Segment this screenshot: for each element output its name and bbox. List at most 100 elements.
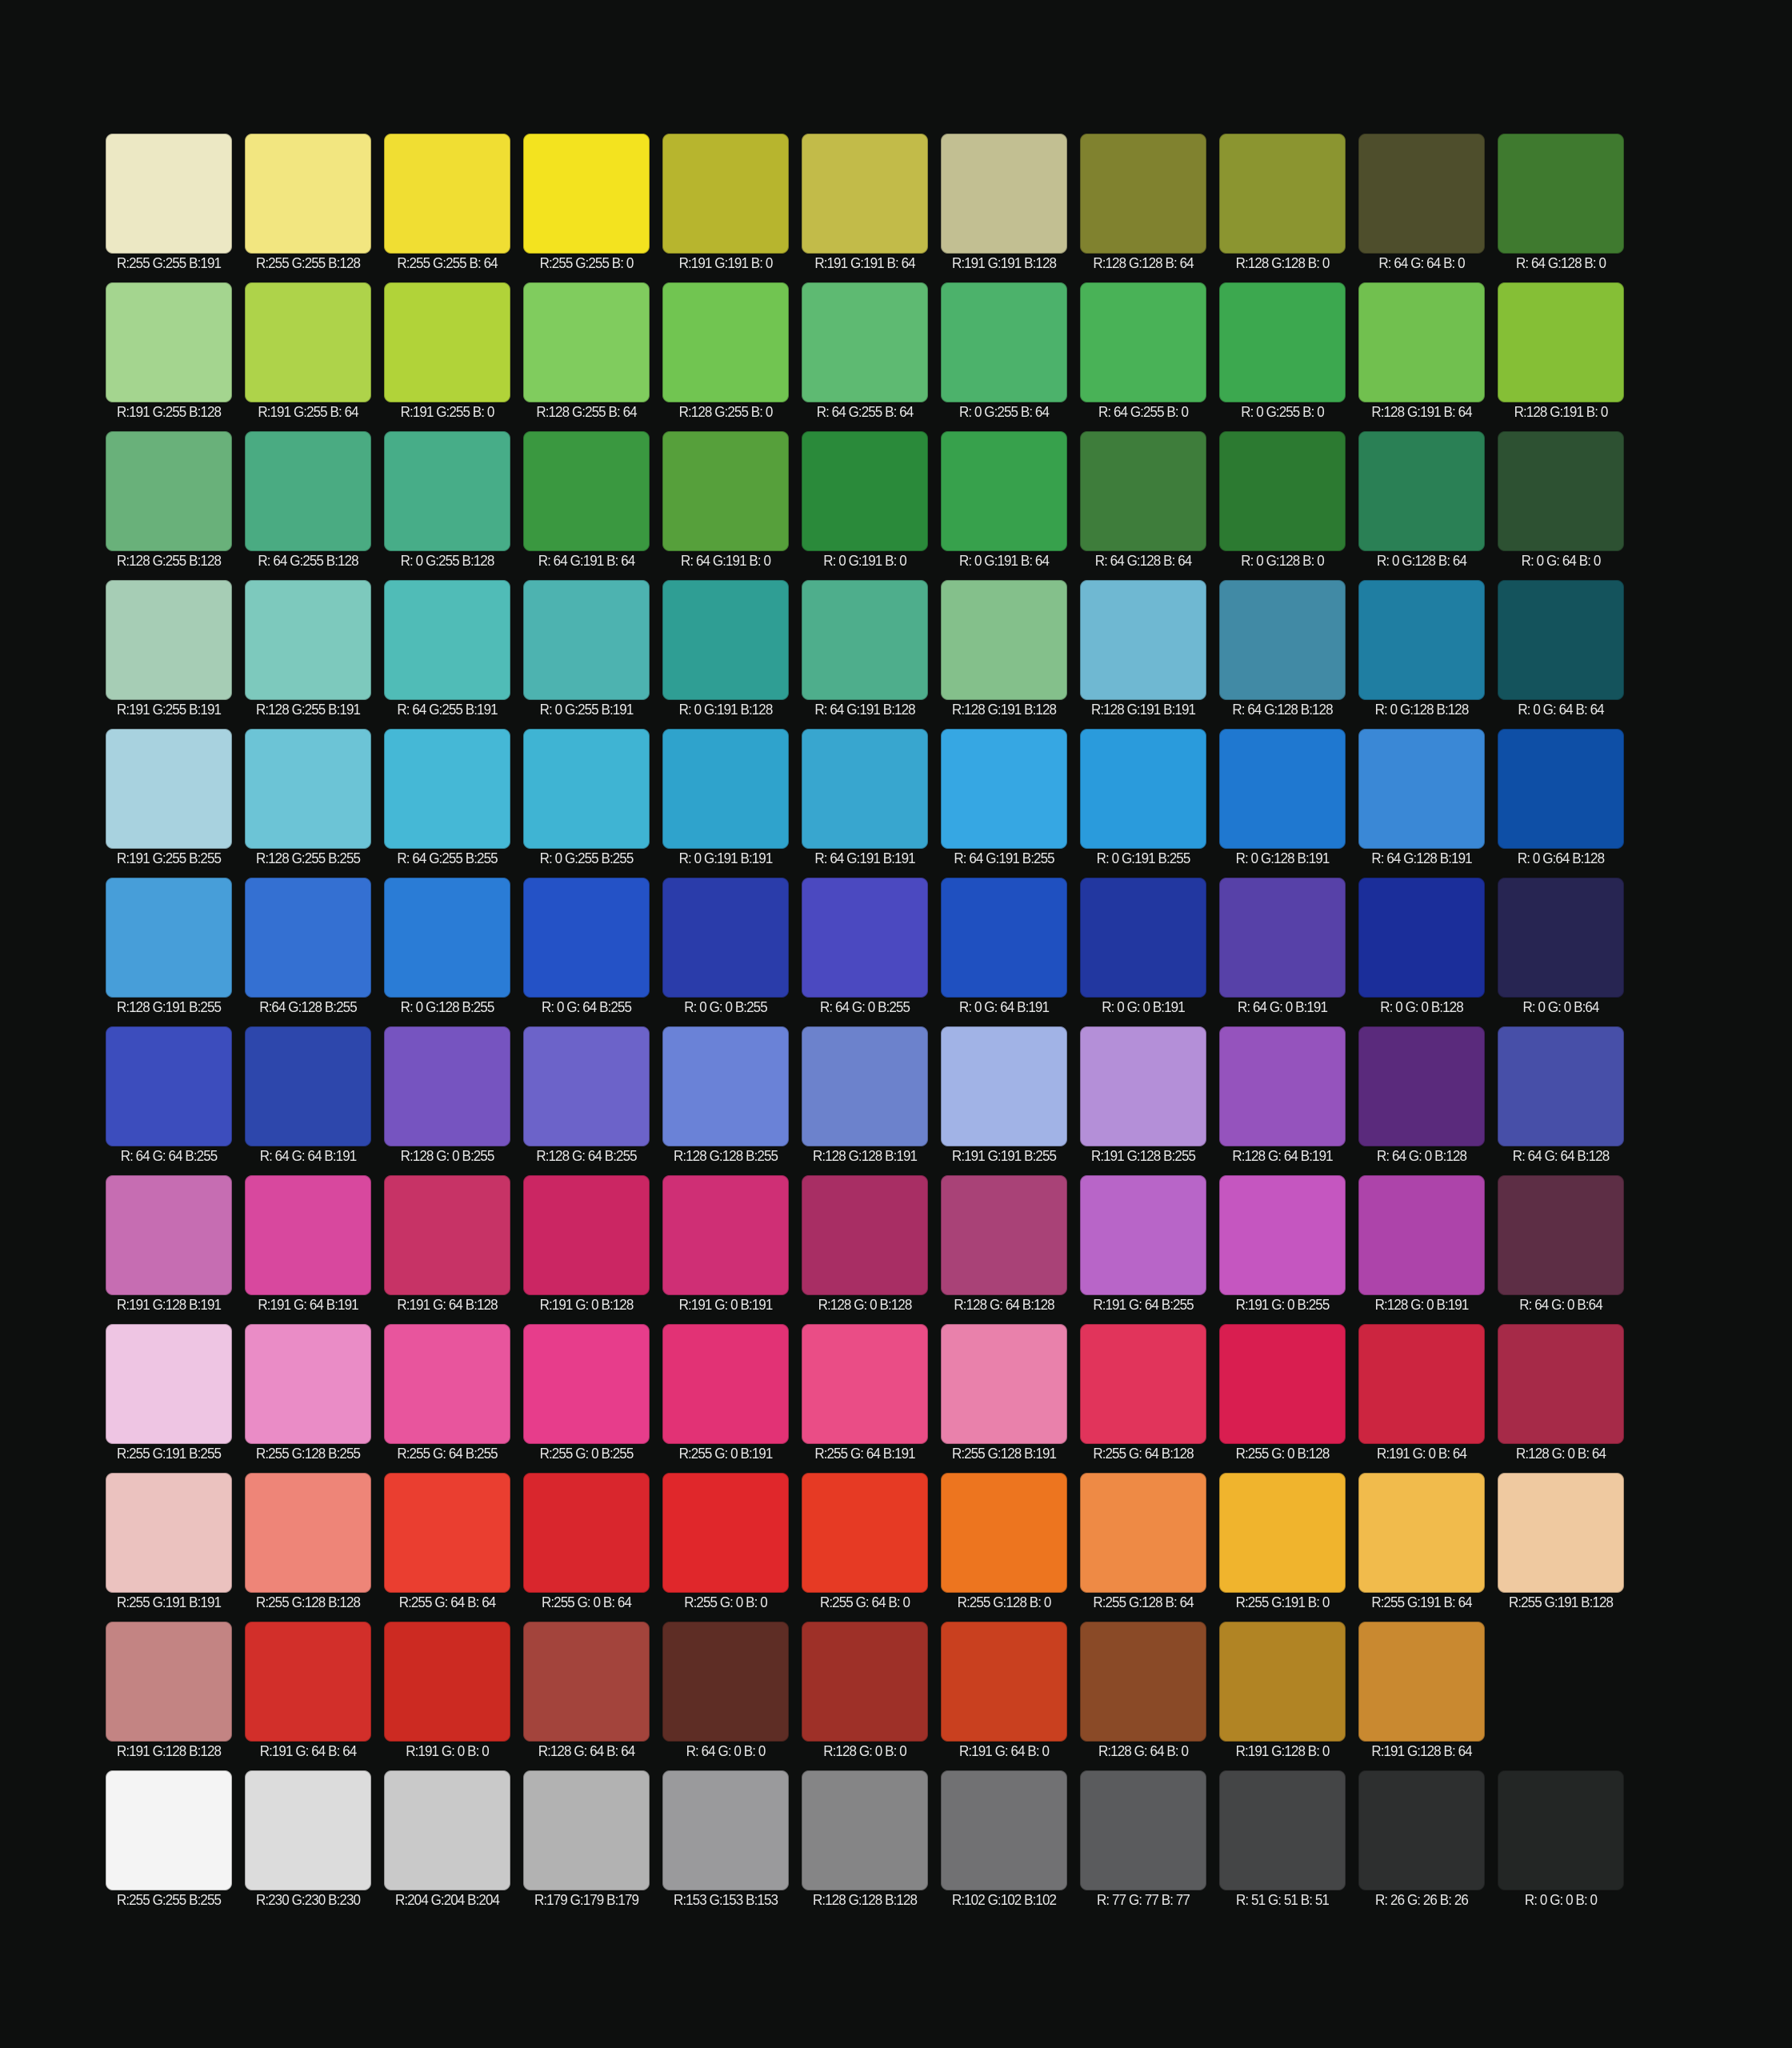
color-swatch — [662, 1175, 789, 1295]
color-swatch-label: R:191 G:128 B:255 — [1090, 1147, 1196, 1164]
color-swatch-cell: R: 0 G:128 B: 0 — [1219, 431, 1346, 569]
color-swatch-label: R: 0 G: 64 B:191 — [958, 998, 1050, 1015]
color-swatch-cell: R:191 G:128 B:191 — [106, 1175, 232, 1313]
color-swatch — [384, 1473, 510, 1593]
color-swatch-cell: R: 0 G: 64 B:255 — [523, 878, 650, 1015]
color-swatch — [941, 1770, 1067, 1890]
color-swatch-cell: R:255 G:128 B:191 — [941, 1324, 1067, 1462]
color-swatch-cell: R: 64 G:128 B: 64 — [1080, 431, 1206, 569]
color-swatch — [802, 282, 928, 402]
color-swatch-cell: R: 64 G: 0 B:191 — [1219, 878, 1346, 1015]
color-swatch-label: R: 0 G:191 B:128 — [678, 701, 774, 718]
color-swatch-label: R: 64 G:255 B:128 — [258, 552, 358, 569]
color-swatch-cell: R:128 G: 64 B: 0 — [1080, 1622, 1206, 1759]
color-swatch-cell: R:191 G:191 B: 0 — [662, 134, 789, 271]
color-swatch — [662, 1473, 789, 1593]
color-swatch-cell: R:191 G:128 B: 64 — [1358, 1622, 1485, 1759]
color-swatch-label: R:255 G:191 B: 0 — [1235, 1594, 1330, 1610]
color-swatch-label: R:102 G:102 B:102 — [951, 1891, 1057, 1908]
color-swatch-label: R:255 G:191 B:191 — [116, 1594, 222, 1610]
color-swatch-label: R:255 G:255 B:255 — [116, 1891, 222, 1908]
color-swatch-label: R: 26 G: 26 B: 26 — [1375, 1891, 1469, 1908]
color-swatch-cell: R:255 G: 0 B:191 — [662, 1324, 789, 1462]
color-swatch-label: R: 64 G: 0 B:255 — [819, 998, 910, 1015]
color-swatch-label: R: 64 G:128 B:128 — [1232, 701, 1333, 718]
color-swatch-label: R:128 G: 64 B:191 — [1232, 1147, 1333, 1164]
color-swatch-label: R:191 G:128 B:191 — [116, 1296, 222, 1313]
color-swatch-label: R:255 G:255 B:128 — [255, 254, 361, 271]
color-swatch — [1498, 1473, 1624, 1593]
color-swatch — [523, 729, 650, 849]
color-swatch — [1219, 580, 1346, 700]
color-swatch-cell: R:255 G: 0 B:255 — [523, 1324, 650, 1462]
color-swatch — [1080, 1026, 1206, 1146]
color-swatch-cell: R: 64 G: 0 B:128 — [1358, 1026, 1485, 1164]
color-swatch-cell: R: 0 G: 0 B:128 — [1358, 878, 1485, 1015]
color-swatch-cell: R: 64 G:255 B:191 — [384, 580, 510, 718]
color-swatch-label: R: 0 G: 64 B: 0 — [1521, 552, 1602, 569]
color-swatch-label: R:191 G:191 B:255 — [951, 1147, 1057, 1164]
color-swatch-label: R:255 G: 64 B:128 — [1093, 1445, 1194, 1462]
color-swatch — [384, 729, 510, 849]
color-swatch-cell: R:128 G: 64 B:191 — [1219, 1026, 1346, 1164]
color-swatch-label: R:191 G: 0 B:128 — [539, 1296, 634, 1313]
color-swatch-label: R: 0 G: 64 B: 64 — [1518, 701, 1604, 718]
color-swatch-cell: R:128 G:128 B: 64 — [1080, 134, 1206, 271]
color-swatch-cell: R:255 G:191 B:191 — [106, 1473, 232, 1610]
color-swatch-label: R: 64 G:191 B:191 — [814, 850, 915, 866]
color-swatch — [662, 878, 789, 998]
color-swatch-label: R:255 G:191 B:255 — [116, 1445, 222, 1462]
color-swatch-cell: R: 0 G: 0 B:191 — [1080, 878, 1206, 1015]
color-swatch-cell: R: 0 G:255 B:191 — [523, 580, 650, 718]
color-swatch-label: R: 64 G:255 B:255 — [397, 850, 498, 866]
color-swatch — [523, 1473, 650, 1593]
color-swatch-label: R: 0 G:128 B:128 — [1374, 701, 1470, 718]
color-swatch-cell: R: 0 G:64 B:128 — [1498, 729, 1624, 866]
color-swatch-cell: R: 0 G: 0 B:64 — [1498, 878, 1624, 1015]
color-swatch — [1080, 1622, 1206, 1742]
color-swatch-cell: R: 64 G:191 B: 0 — [662, 431, 789, 569]
color-swatch — [1358, 134, 1485, 254]
color-swatch-label: R:191 G: 64 B:191 — [258, 1296, 358, 1313]
color-swatch-label: R: 0 G:191 B:191 — [678, 850, 774, 866]
color-swatch-label: R: 64 G:255 B: 0 — [1098, 403, 1189, 420]
color-swatch — [1498, 1770, 1624, 1890]
color-swatch-cell: R:128 G: 64 B:128 — [941, 1175, 1067, 1313]
color-swatch — [245, 1770, 371, 1890]
color-swatch-cell: R: 0 G:191 B: 64 — [941, 431, 1067, 569]
color-swatch — [523, 1770, 650, 1890]
color-swatch — [941, 729, 1067, 849]
color-swatch — [106, 1770, 232, 1890]
color-swatch-cell: R:64 G:128 B:255 — [245, 878, 371, 1015]
color-swatch-cell: R: 64 G: 64 B:128 — [1498, 1026, 1624, 1164]
color-swatch-cell: R: 0 G:128 B:255 — [384, 878, 510, 1015]
color-swatch — [1358, 580, 1485, 700]
color-swatch — [1358, 1324, 1485, 1444]
color-swatch — [1219, 282, 1346, 402]
color-swatch-label: R: 64 G:191 B: 64 — [538, 552, 636, 569]
color-swatch-label: R: 64 G: 0 B:191 — [1237, 998, 1328, 1015]
color-swatch-label: R: 64 G: 64 B:255 — [120, 1147, 218, 1164]
color-swatch — [1358, 1026, 1485, 1146]
color-swatch-cell: R:255 G: 64 B:191 — [802, 1324, 928, 1462]
color-swatch-label: R:128 G: 0 B:128 — [818, 1296, 913, 1313]
color-swatch-label: R: 0 G:128 B: 64 — [1376, 552, 1467, 569]
color-swatch — [106, 431, 232, 551]
color-swatch-label: R: 64 G:255 B: 64 — [816, 403, 914, 420]
color-swatch — [941, 1622, 1067, 1742]
color-swatch-cell: R: 0 G:191 B:128 — [662, 580, 789, 718]
color-swatch-cell: R: 64 G: 0 B:64 — [1498, 1175, 1624, 1313]
color-swatch-cell: R:255 G:128 B:128 — [245, 1473, 371, 1610]
color-swatch — [802, 1473, 928, 1593]
color-swatch-label: R: 64 G:191 B:255 — [954, 850, 1054, 866]
color-swatch-label: R:128 G:128 B:128 — [812, 1891, 918, 1908]
color-swatch — [802, 729, 928, 849]
color-swatch-label: R:128 G:128 B:255 — [673, 1147, 778, 1164]
color-swatch — [1358, 431, 1485, 551]
color-swatch — [106, 729, 232, 849]
color-swatch-cell: R:255 G: 64 B:128 — [1080, 1324, 1206, 1462]
color-swatch-cell: R: 0 G: 64 B:191 — [941, 878, 1067, 1015]
color-swatch — [802, 1026, 928, 1146]
color-swatch-cell: R:128 G:255 B: 64 — [523, 282, 650, 420]
color-swatch-label: R: 64 G:128 B: 64 — [1094, 552, 1193, 569]
